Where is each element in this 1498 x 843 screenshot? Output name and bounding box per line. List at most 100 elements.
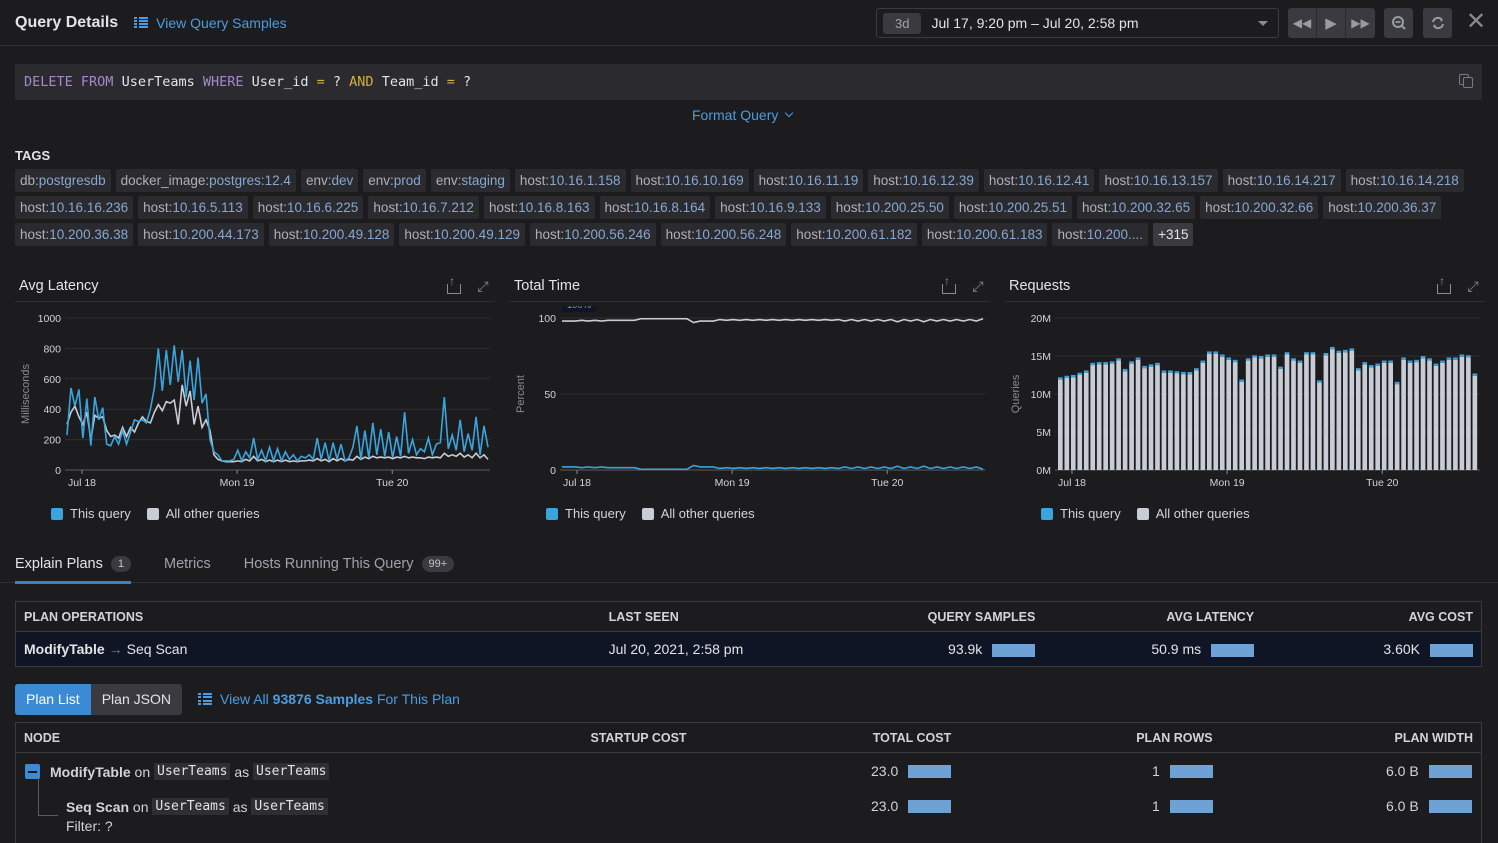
- bar-other-queries[interactable]: [1083, 372, 1089, 470]
- bar-other-queries[interactable]: [1362, 364, 1368, 470]
- bar-other-queries[interactable]: [1420, 358, 1426, 470]
- bar-this-query[interactable]: [1103, 362, 1109, 365]
- bar-other-queries[interactable]: [1459, 356, 1465, 470]
- tag[interactable]: host:10.16.11.19: [753, 169, 864, 192]
- bar-other-queries[interactable]: [1284, 354, 1290, 470]
- bar-other-queries[interactable]: [1278, 368, 1283, 470]
- bar-this-query[interactable]: [1155, 362, 1160, 366]
- bar-other-queries[interactable]: [1427, 360, 1432, 470]
- fast-forward-icon[interactable]: ▶▶: [1346, 8, 1375, 38]
- copy-icon[interactable]: [1459, 74, 1473, 88]
- bar-other-queries[interactable]: [1472, 375, 1478, 470]
- tag[interactable]: host:10.16.1.158: [514, 169, 626, 192]
- bar-other-queries[interactable]: [1142, 368, 1147, 470]
- bar-this-query[interactable]: [1239, 379, 1245, 382]
- bar-this-query[interactable]: [1200, 360, 1206, 363]
- bar-other-queries[interactable]: [1258, 358, 1264, 470]
- bar-this-query[interactable]: [1336, 350, 1342, 353]
- bar-this-query[interactable]: [1174, 371, 1180, 374]
- bar-other-queries[interactable]: [1174, 373, 1180, 470]
- tag[interactable]: host:10.16.8.163: [483, 196, 595, 219]
- bar-other-queries[interactable]: [1181, 374, 1186, 470]
- legend-this-query[interactable]: This query: [546, 506, 626, 521]
- tag[interactable]: host:10.16.12.39: [868, 169, 979, 192]
- bar-other-queries[interactable]: [1388, 362, 1393, 470]
- share-icon[interactable]: [940, 274, 956, 294]
- bar-other-queries[interactable]: [1116, 360, 1121, 470]
- bar-this-query[interactable]: [1453, 357, 1458, 360]
- bar-this-query[interactable]: [1245, 358, 1251, 361]
- bar-this-query[interactable]: [1064, 375, 1070, 379]
- tag[interactable]: host:10.200.32.65: [1076, 196, 1196, 219]
- tag[interactable]: host:10.16.9.133: [715, 196, 826, 219]
- legend-other-queries[interactable]: All other queries: [641, 506, 755, 521]
- bar-this-query[interactable]: [1355, 368, 1361, 371]
- col-plan-rows[interactable]: PLAN ROWS: [951, 731, 1212, 745]
- col-query-samples[interactable]: QUERY SAMPLES: [858, 610, 1036, 624]
- col-avg-latency[interactable]: AVG LATENCY: [1035, 610, 1254, 624]
- tag[interactable]: host:10.16.14.217: [1222, 169, 1341, 192]
- bar-this-query[interactable]: [1109, 361, 1115, 364]
- plan-json-button[interactable]: Plan JSON: [90, 684, 182, 715]
- bar-other-queries[interactable]: [1122, 371, 1128, 470]
- col-node[interactable]: NODE: [24, 731, 590, 745]
- bar-this-query[interactable]: [1129, 361, 1134, 364]
- bar-other-queries[interactable]: [1323, 355, 1329, 470]
- time-range-picker[interactable]: 3d Jul 17, 9:20 pm – Jul 20, 2:58 pm: [876, 8, 1279, 38]
- bar-this-query[interactable]: [1252, 355, 1257, 358]
- bar-other-queries[interactable]: [1297, 362, 1303, 470]
- table-row[interactable]: Seq Scan on UserTeams as UserTeams: [66, 798, 328, 815]
- tab-metrics[interactable]: Metrics: [164, 545, 211, 583]
- bar-this-query[interactable]: [1433, 363, 1439, 366]
- tag[interactable]: host:10.200.36.38: [15, 223, 134, 246]
- tag[interactable]: db:postgresdb: [15, 169, 111, 192]
- bar-other-queries[interactable]: [1090, 365, 1096, 470]
- bar-other-queries[interactable]: [1453, 359, 1458, 470]
- series-this-query-line[interactable]: [66, 345, 489, 464]
- tag[interactable]: env:prod: [363, 169, 426, 192]
- bar-other-queries[interactable]: [1336, 352, 1342, 470]
- bar-this-query[interactable]: [1394, 381, 1400, 385]
- bar-this-query[interactable]: [1206, 351, 1212, 354]
- tag[interactable]: host:10.200.49.128: [268, 223, 395, 246]
- bar-this-query[interactable]: [1407, 360, 1413, 363]
- bar-this-query[interactable]: [1213, 351, 1219, 354]
- bar-this-query[interactable]: [1401, 357, 1406, 360]
- tag[interactable]: host:10.16.13.157: [1099, 169, 1218, 192]
- bar-other-queries[interactable]: [1148, 366, 1154, 470]
- legend-this-query[interactable]: This query: [1041, 506, 1121, 521]
- bar-this-query[interactable]: [1187, 371, 1193, 375]
- bar-other-queries[interactable]: [1394, 384, 1400, 470]
- collapse-icon[interactable]: [25, 764, 40, 779]
- bar-this-query[interactable]: [1414, 359, 1419, 363]
- bar-other-queries[interactable]: [1446, 359, 1452, 470]
- bar-this-query[interactable]: [1284, 352, 1290, 355]
- col-avg-cost[interactable]: AVG COST: [1254, 610, 1473, 624]
- bar-this-query[interactable]: [1058, 377, 1063, 380]
- play-icon[interactable]: ▶: [1317, 8, 1346, 38]
- bar-other-queries[interactable]: [1058, 379, 1063, 470]
- tag[interactable]: host:10.16.16.236: [15, 196, 134, 219]
- bar-other-queries[interactable]: [1187, 374, 1193, 470]
- tag[interactable]: host:10.200.56.248: [660, 223, 787, 246]
- table-row[interactable]: ModifyTable → Seq Scan Jul 20, 2021, 2:58 …: [16, 632, 1481, 666]
- bar-other-queries[interactable]: [1407, 362, 1413, 470]
- bar-other-queries[interactable]: [1330, 349, 1335, 470]
- tag[interactable]: host:10.200.44.173: [138, 223, 264, 246]
- bar-this-query[interactable]: [1077, 372, 1083, 375]
- bar-other-queries[interactable]: [1161, 372, 1167, 470]
- bar-other-queries[interactable]: [1109, 363, 1115, 470]
- bar-other-queries[interactable]: [1077, 375, 1083, 470]
- bar-this-query[interactable]: [1181, 371, 1186, 375]
- bar-this-query[interactable]: [1342, 349, 1348, 353]
- tag[interactable]: docker_image:postgres:12.4: [115, 169, 296, 192]
- bar-other-queries[interactable]: [1213, 353, 1219, 470]
- bar-other-queries[interactable]: [1349, 350, 1355, 470]
- bar-this-query[interactable]: [1459, 354, 1465, 357]
- tag[interactable]: host:10.16.10.169: [630, 169, 749, 192]
- bar-this-query[interactable]: [1090, 362, 1096, 366]
- bar-this-query[interactable]: [1304, 352, 1309, 355]
- bar-other-queries[interactable]: [1168, 372, 1173, 470]
- bar-this-query[interactable]: [1323, 352, 1329, 356]
- plan-list-button[interactable]: Plan List: [15, 684, 91, 715]
